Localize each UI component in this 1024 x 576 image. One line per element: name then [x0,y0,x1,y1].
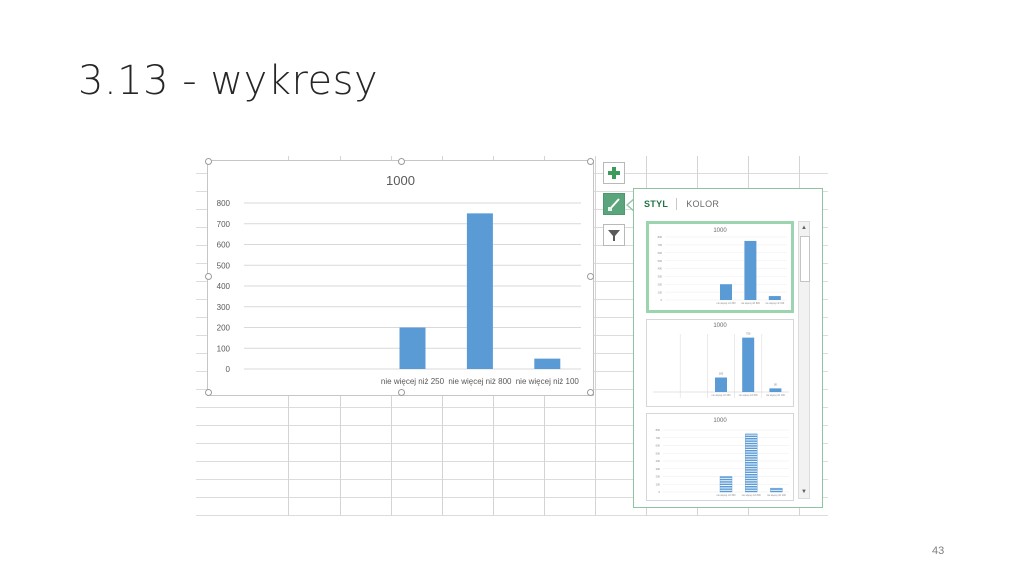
thumbnail-tick-label: 200 [656,475,661,479]
plus-icon [608,167,620,179]
thumbnail-category-label: nie więcej niż 100 [766,394,786,397]
slide-number: 43 [932,545,945,557]
thumbnail-category-label: nie więcej niż 100 [767,494,787,497]
thumbnail-tick-label: 500 [656,451,661,455]
thumbnail-tick-label: 300 [656,467,661,471]
chart-filters-button[interactable] [603,224,625,246]
thumbnail-bar [769,388,782,392]
thumbnail-bar [742,337,755,392]
thumbnail-chart: 0 100 200 300 400 500 600 700 800 nie więcej niż … [656,428,789,497]
thumbnail-tick-label: 600 [656,444,661,448]
pane-scrollbar[interactable]: ▲ ▼ [798,221,810,499]
x-tick-label: nie więcej niż 800 [448,377,512,386]
tab-kolor[interactable]: KOLOR [686,199,727,209]
scrollbar-thumb[interactable] [800,236,810,282]
y-tick-label: 400 [217,282,231,291]
thumbnail-tick-label: 200 [658,282,663,286]
thumbnail-category-label: nie więcej niż 250 [712,394,732,397]
bar-chart: 0 100 200 300 400 500 600 700 800 nie więcej niż … [217,199,581,386]
thumbnail-category-label: nie więcej niż 800 [739,394,759,397]
style-thumbnail-2[interactable]: 1000 200 nie więcej niż 250 750 nie więcej … [646,319,794,407]
style-thumbnail-3[interactable]: 100 0 0 100 200 300 400 500 600 700 800 nie więcej… [646,413,794,501]
thumbnail-chart: 200 nie więcej niż 250 750 nie więcej niż 8… [653,332,789,398]
thumbnail-data-label: 750 [746,332,751,336]
thumbnail-bar [715,377,727,392]
thumbnail-bar [744,240,757,300]
thumbnail-bar [719,476,733,493]
y-tick-label: 800 [217,199,231,208]
thumbnail-bar [720,284,732,300]
thumbnail-category-label: nie więcej niż 250 [717,302,737,305]
thumbnail-category-label: nie więcej niż 800 [742,494,762,497]
thumbnail-tick-label: 0 [659,490,661,494]
thumbnail-data-label: 200 [719,372,724,376]
thumbnail-tick-label: 400 [656,459,661,463]
thumbnail-tick-label: 700 [656,436,661,440]
y-tick-label: 300 [217,303,231,312]
thumbnail-tick-label: 300 [658,275,663,279]
thumbnail-data-label: 50 [774,382,777,386]
y-tick-label: 200 [217,324,231,333]
thumbnail-category-label: nie więcej niż 800 [741,302,761,305]
bar [399,327,426,369]
tab-divider [676,198,678,210]
chart-styles-button[interactable] [603,193,625,215]
thumbnail-tick-label: 400 [658,267,663,271]
thumbnail-tick-label: 800 [656,428,661,432]
thumbnail-tick-label: 600 [658,251,663,255]
y-tick-label: 600 [217,241,231,250]
chart-area[interactable]: 100 0 0 100 200 300 400 500 600 700 800 nie więcej… [205,158,594,396]
thumbnail-chart: 0 100 200 300 400 500 600 700 800 nie więcej niż … [658,235,787,305]
thumbnail-tick-label: 100 [658,290,663,294]
y-tick-label: 500 [217,261,231,270]
pane-tabs: STYL KOLOR [644,198,727,210]
thumbnail-category-label: nie więcej niż 250 [717,494,737,497]
triangle-down-icon[interactable]: ▼ [799,486,809,498]
slide-title: 3.13 - wykresy [78,58,379,104]
style-thumbnail-1[interactable]: 100 0 0 100 200 300 400 500 600 700 800 nie więcej… [646,221,794,313]
filter-icon [608,230,620,241]
y-tick-label: 100 [217,344,231,353]
tab-styl[interactable]: STYL [644,199,676,209]
y-tick-label: 700 [217,220,231,229]
thumbnail-tick-label: 800 [658,235,663,239]
chart-elements-button[interactable] [603,162,625,184]
brush-icon [608,198,620,211]
thumbnail-bar [770,487,783,493]
x-tick-label: nie więcej niż 100 [516,377,580,386]
thumbnail-bar [744,433,758,493]
thumbnail-tick-label: 100 [656,482,661,486]
thumbnail-tick-label: 700 [658,243,663,247]
column-gridline [595,156,596,516]
bar [534,358,561,369]
triangle-up-icon[interactable]: ▲ [799,222,809,234]
thumbnail-tick-label: 500 [658,259,663,263]
thumbnail-category-label: nie więcej niż 100 [765,302,785,305]
bar [466,213,493,369]
thumbnail-bar [768,296,781,300]
y-tick-label: 0 [226,365,231,374]
chart-style-pane: STYL KOLOR 100 0 0 100 200 300 400 500 600 700 80… [633,188,823,508]
x-tick-label: nie więcej niż 250 [381,377,445,386]
thumbnail-tick-label: 0 [661,298,663,302]
